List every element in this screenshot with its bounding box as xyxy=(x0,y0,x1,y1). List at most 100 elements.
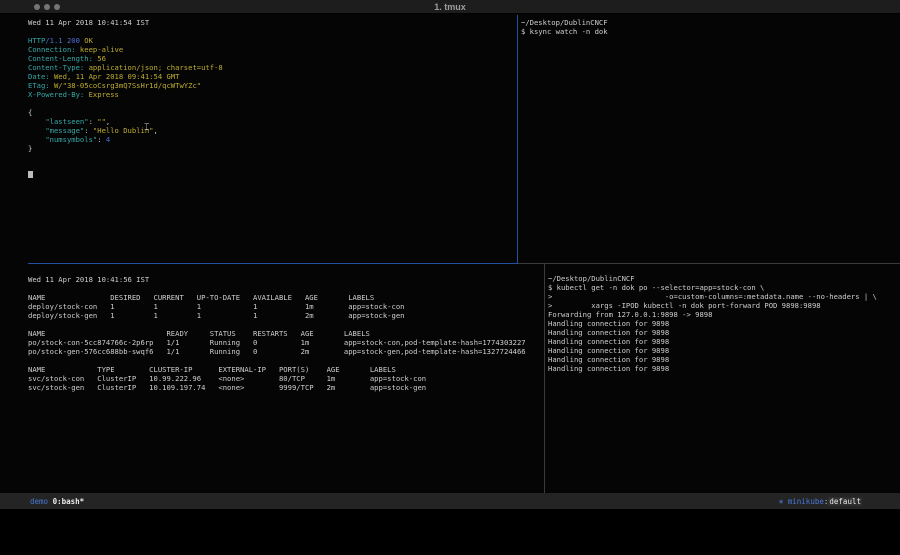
minimize-button[interactable] xyxy=(44,4,50,10)
terminal-line: NAME TYPE CLUSTER-IP EXTERNAL-IP PORT(S)… xyxy=(28,365,544,374)
text-segment: : xyxy=(84,126,93,135)
terminal-window: 1. tmux Wed 11 Apr 2018 10:41:54 IST HTTP… xyxy=(0,0,900,509)
terminal-line: Connection: keep-alive xyxy=(28,45,517,54)
terminal-line: deploy/stock-gen 1 1 1 1 2m app=stock-ge… xyxy=(28,311,544,320)
terminal-line: Content-Length: 56 xyxy=(28,54,517,63)
terminal-line xyxy=(28,356,544,365)
text-segment: Date: xyxy=(28,72,50,81)
terminal-line: X-Powered-By: Express xyxy=(28,90,517,99)
mouse-ibeam-cursor-icon: ⌶ xyxy=(144,124,149,133)
terminal-line: Content-Type: application/json; charset=… xyxy=(28,63,517,72)
text-segment: 4 xyxy=(106,135,110,144)
traffic-lights xyxy=(34,4,60,10)
kube-namespace: default xyxy=(828,497,862,506)
status-right: ⎈ minikube:default xyxy=(779,497,862,506)
terminal-line: ~/Desktop/DublinCNCF xyxy=(548,274,900,283)
terminal-line: HTTP/1.1 200 OK xyxy=(28,36,517,45)
terminal-line: Wed 11 Apr 2018 10:41:56 IST xyxy=(28,275,544,284)
terminal-line: > xargs -IPOD kubectl -n dok port-forwar… xyxy=(548,301,900,310)
terminal-line: ~/Desktop/DublinCNCF xyxy=(521,18,900,27)
text-segment: "numsymbols" xyxy=(45,135,97,144)
terminal-line: Handling connection for 9898 xyxy=(548,346,900,355)
terminal-line: Date: Wed, 11 Apr 2018 09:41:54 GMT xyxy=(28,72,517,81)
terminal-line: $ kubectl get -n dok po --selector=app=s… xyxy=(548,283,900,292)
window-title: 1. tmux xyxy=(0,0,900,14)
terminal-line: Handling connection for 9898 xyxy=(548,364,900,373)
terminal-line: > -o=custom-columns=:metadata.name --no-… xyxy=(548,292,900,301)
terminal-line: Handling connection for 9898 xyxy=(548,337,900,346)
pane-http-response[interactable]: Wed 11 Apr 2018 10:41:54 IST HTTP/1.1 200… xyxy=(0,15,517,263)
maximize-button[interactable] xyxy=(54,4,60,10)
pane-kubectl-resources[interactable]: Wed 11 Apr 2018 10:41:56 IST NAME DESIRED… xyxy=(0,264,544,493)
pane-divider-vertical-bottom[interactable] xyxy=(544,264,545,493)
text-segment: "" xyxy=(97,117,106,126)
text-segment: keep-alive xyxy=(76,45,124,54)
pane-divider-horizontal-left[interactable] xyxy=(28,263,518,264)
text-segment: : xyxy=(97,135,106,144)
terminal-line xyxy=(28,27,517,36)
text-segment: { xyxy=(28,108,32,117)
kubernetes-helm-icon: ⎈ xyxy=(779,497,788,506)
text-segment: Content-Type: xyxy=(28,63,84,72)
text-segment: 56 xyxy=(93,54,106,63)
terminal-line: { xyxy=(28,108,517,117)
tmux-terminal: Wed 11 Apr 2018 10:41:54 IST HTTP/1.1 200… xyxy=(0,15,900,493)
terminal-line: NAME READY STATUS RESTARTS AGE LABELS xyxy=(28,329,544,338)
close-button[interactable] xyxy=(34,4,40,10)
text-segment: Express xyxy=(84,90,119,99)
terminal-line: Handling connection for 9898 xyxy=(548,355,900,364)
block-cursor xyxy=(28,171,33,178)
text-segment: } xyxy=(28,144,32,153)
terminal-line xyxy=(28,99,517,108)
terminal-line: "message": "Hello Dublin", xyxy=(28,126,517,135)
text-segment: Content-Length: xyxy=(28,54,93,63)
terminal-line: Forwarding from 127.0.0.1:9898 -> 9898 xyxy=(548,310,900,319)
terminal-line xyxy=(28,162,517,171)
terminal-line xyxy=(28,171,517,180)
terminal-line: NAME DESIRED CURRENT UP-TO-DATE AVAILABL… xyxy=(28,293,544,302)
terminal-line: svc/stock-gen ClusterIP 10.109.197.74 <n… xyxy=(28,383,544,392)
text-segment: "lastseen" xyxy=(45,117,88,126)
terminal-line: $ ksync watch -n dok xyxy=(521,27,900,36)
text-segment: application/json; charset=utf-8 xyxy=(84,63,222,72)
text-segment: W/"38-05coCsrg3mQ7SsHr1d/qcWTwYZc" xyxy=(50,81,201,90)
terminal-line xyxy=(28,284,544,293)
pane-divider-vertical-top[interactable] xyxy=(517,15,518,264)
text-segment xyxy=(28,117,45,126)
status-left: demo 0:bash* xyxy=(30,497,84,506)
text-segment: : xyxy=(89,117,98,126)
tmux-status-bar: demo 0:bash* ⎈ minikube:default xyxy=(0,493,900,509)
text-segment: OK xyxy=(80,36,93,45)
active-window-label[interactable]: 0:bash* xyxy=(53,497,85,506)
terminal-line xyxy=(28,320,544,329)
pane-port-forward[interactable]: ~/Desktop/DublinCNCF$ kubectl get -n dok… xyxy=(545,264,900,493)
text-segment: Connection: xyxy=(28,45,76,54)
pane-ksync[interactable]: ~/Desktop/DublinCNCF$ ksync watch -n dok xyxy=(518,15,900,263)
kube-context: minikube xyxy=(788,497,824,506)
text-segment: Wed 11 Apr 2018 10:41:54 IST xyxy=(28,18,149,27)
screen: { "window": { "title": "1. tmux" }, "col… xyxy=(0,0,900,555)
terminal-line: "numsymbols": 4 xyxy=(28,135,517,144)
text-segment xyxy=(28,135,45,144)
terminal-line: deploy/stock-con 1 1 1 1 1m app=stock-co… xyxy=(28,302,544,311)
terminal-line: Handling connection for 9898 xyxy=(548,319,900,328)
terminal-line: po/stock-gen-576cc688bb-swqf6 1/1 Runnin… xyxy=(28,347,544,356)
titlebar: 1. tmux xyxy=(0,0,900,14)
text-segment: , xyxy=(106,117,110,126)
text-segment: HTTP xyxy=(28,36,45,45)
text-segment xyxy=(28,126,45,135)
text-segment: "message" xyxy=(45,126,84,135)
pane-divider-horizontal-right[interactable] xyxy=(518,263,900,264)
terminal-line: ETag: W/"38-05coCsrg3mQ7SsHr1d/qcWTwYZc" xyxy=(28,81,517,90)
text-segment: /1.1 200 xyxy=(45,36,80,45)
session-name: demo xyxy=(30,497,48,506)
terminal-line: po/stock-con-5cc874766c-2p6rp 1/1 Runnin… xyxy=(28,338,544,347)
terminal-line: svc/stock-con ClusterIP 10.99.222.96 <no… xyxy=(28,374,544,383)
terminal-line xyxy=(28,153,517,162)
text-segment: ETag: xyxy=(28,81,50,90)
terminal-line: Wed 11 Apr 2018 10:41:54 IST xyxy=(28,18,517,27)
terminal-line: } xyxy=(28,144,517,153)
text-segment: X-Powered-By: xyxy=(28,90,84,99)
text-segment: , xyxy=(154,126,158,135)
terminal-line: Handling connection for 9898 xyxy=(548,328,900,337)
